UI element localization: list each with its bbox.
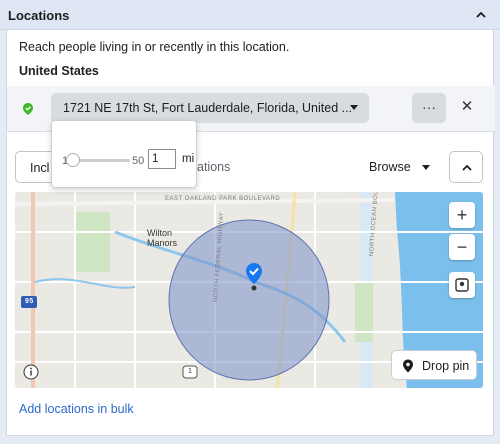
description-text: Reach people living in or recently in th…	[19, 40, 290, 54]
radius-max-label: 50	[132, 155, 145, 167]
locations-panel: Locations Reach people living in or rece…	[0, 0, 500, 444]
more-options-button[interactable]: ···	[412, 93, 446, 123]
map-pin-icon	[403, 359, 413, 373]
section-body: Reach people living in or recently in th…	[6, 30, 495, 436]
chevron-up-icon[interactable]	[474, 8, 488, 22]
zoom-in-button[interactable]: +	[449, 202, 475, 228]
drop-pin-button[interactable]: Drop pin	[391, 350, 477, 380]
radius-input[interactable]: 1	[148, 149, 176, 169]
address-text: 1721 NE 17th St, Fort Lauderdale, Florid…	[63, 101, 353, 115]
include-label: Incl	[30, 161, 50, 175]
map-label-boulevard: EAST OAKLAND PARK BOULEVARD	[165, 196, 281, 202]
radius-slider-handle[interactable]	[66, 153, 80, 167]
close-icon[interactable]: ✕	[459, 99, 475, 115]
map-view[interactable]: EAST OAKLAND PARK BOULEVARD Wilton Manor…	[15, 192, 483, 388]
caret-down-icon	[350, 105, 358, 110]
map-label-interstate: 95	[25, 298, 34, 305]
map-label-place: Wilton Manors	[147, 228, 178, 248]
locate-icon	[455, 278, 469, 292]
address-dropdown[interactable]: 1721 NE 17th St, Fort Lauderdale, Florid…	[51, 93, 369, 123]
location-pin-icon	[23, 103, 33, 115]
map-label-route: 1	[188, 368, 193, 375]
drop-pin-label: Drop pin	[422, 359, 470, 373]
map-pin-icon	[246, 263, 262, 291]
locate-button[interactable]	[449, 272, 475, 298]
section-title: Locations	[8, 8, 70, 23]
radius-unit-label: mi	[182, 153, 195, 165]
search-locations-placeholder[interactable]: ations	[197, 160, 230, 174]
collapse-map-button[interactable]	[449, 151, 483, 183]
info-icon[interactable]	[23, 364, 39, 380]
add-locations-bulk-link[interactable]: Add locations in bulk	[19, 402, 134, 416]
section-header[interactable]: Locations	[0, 0, 500, 30]
radius-popover: 1 50 1 mi	[51, 120, 197, 188]
browse-button[interactable]: Browse	[369, 160, 411, 174]
chevron-up-icon	[462, 164, 472, 171]
zoom-out-button[interactable]: −	[449, 234, 475, 260]
caret-down-icon[interactable]	[421, 164, 431, 172]
country-label: United States	[19, 64, 99, 78]
